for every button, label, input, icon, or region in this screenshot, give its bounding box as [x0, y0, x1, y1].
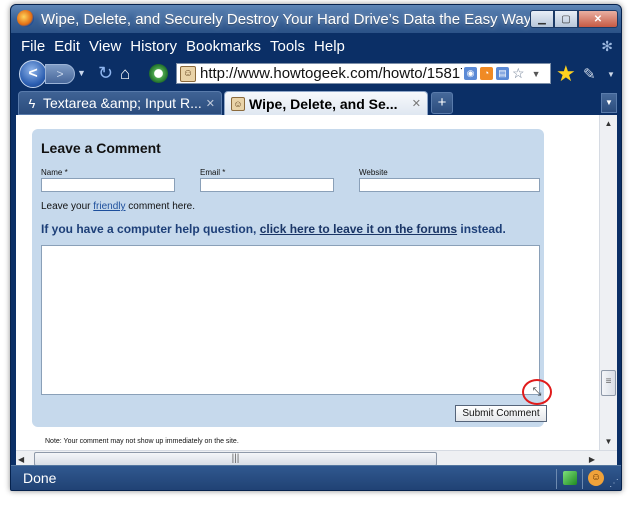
close-button[interactable]: ✕ [578, 10, 618, 28]
vertical-scrollbar[interactable]: ▲ ≡ ▼ [599, 115, 617, 450]
forward-arrow-icon: > [56, 67, 64, 81]
bookmark-star-icon[interactable]: ★ [556, 61, 576, 87]
tab-label: Textarea &amp; Input R... [43, 95, 202, 111]
puzzle-tool-icon[interactable]: ✎ [583, 65, 596, 83]
menu-help[interactable]: Help [314, 38, 345, 55]
website-label: Website [359, 168, 388, 177]
tools-dropdown-icon[interactable]: ▼ [607, 70, 615, 79]
tab-strip: ϟ Textarea &amp; Input R... ✕ ☺ Wipe, De… [11, 91, 621, 115]
url-bar-icons: ◉ ◔ ▤ ☆ ▼ [464, 65, 540, 82]
comment-form: Leave a Comment Name * Email * Website L… [32, 129, 552, 427]
status-bar: Done ☺ ⋰ [11, 465, 621, 490]
menu-tools[interactable]: Tools [270, 38, 305, 55]
navigation-toolbar: < > ▼ ↻ ⌂ ☺ http://www.howtogeek.com/how… [11, 58, 621, 90]
history-dropdown-icon[interactable]: ▼ [77, 68, 86, 78]
email-field[interactable] [200, 178, 334, 192]
browser-window: Wipe, Delete, and Securely Destroy Your … [10, 4, 622, 491]
horizontal-scroll-thumb[interactable]: ||| [34, 452, 437, 466]
back-button[interactable]: < [19, 60, 47, 88]
name-label: Name * [41, 168, 68, 177]
menu-history[interactable]: History [130, 38, 177, 55]
status-text: Done [23, 470, 57, 486]
home-icon[interactable]: ⌂ [120, 64, 130, 84]
leave-suffix: comment here. [125, 201, 195, 212]
extension-icon[interactable]: ▤ [496, 67, 509, 80]
page-content: Leave a Comment Name * Email * Website L… [16, 115, 617, 450]
resize-grip-icon[interactable]: ⋰ [609, 478, 619, 489]
tab-textarea[interactable]: ϟ Textarea &amp; Input R... ✕ [18, 91, 222, 115]
forward-button[interactable]: > [45, 64, 75, 84]
vertical-scroll-thumb[interactable]: ≡ [601, 370, 616, 396]
new-tab-button[interactable]: + [431, 92, 453, 114]
comment-textarea[interactable] [41, 245, 540, 395]
addon-cube-icon[interactable] [563, 471, 577, 485]
site-favicon-icon: ☺ [180, 65, 196, 82]
lightning-favicon-icon: ϟ [28, 95, 36, 111]
rss-feed-icon[interactable]: ◔ [480, 67, 493, 80]
tab-close-icon[interactable]: ✕ [412, 97, 421, 110]
help-prefix: If you have a computer help question, [41, 222, 260, 236]
menu-bar: File Edit View History Bookmarks Tools H… [11, 35, 621, 57]
email-label: Email * [200, 168, 226, 177]
page-addon-icon[interactable]: ◉ [464, 67, 477, 80]
addon-icon[interactable] [149, 64, 168, 83]
geek-favicon-icon: ☺ [231, 96, 245, 111]
tab-close-icon[interactable]: ✕ [206, 97, 215, 110]
website-field[interactable] [359, 178, 540, 192]
bookmark-star-outline-icon[interactable]: ☆ [512, 65, 525, 82]
url-text[interactable]: http://www.howtogeek.com/howto/15817 [200, 65, 462, 82]
address-bar[interactable]: ☺ http://www.howtogeek.com/howto/15817 ◉… [176, 63, 551, 84]
tab-list-dropdown-icon[interactable]: ▼ [601, 93, 617, 113]
status-divider [556, 469, 557, 489]
help-suffix: instead. [457, 222, 506, 236]
menu-edit[interactable]: Edit [54, 38, 80, 55]
textarea-resize-handle-icon[interactable]: ⤡ [522, 379, 552, 405]
window-title: Wipe, Delete, and Securely Destroy Your … [41, 11, 568, 28]
menu-bookmarks[interactable]: Bookmarks [186, 38, 261, 55]
menu-view[interactable]: View [89, 38, 121, 55]
reload-icon[interactable]: ↻ [98, 63, 113, 84]
firefox-logo-icon [17, 10, 34, 27]
greasemonkey-icon[interactable]: ☺ [588, 470, 604, 486]
title-bar[interactable]: Wipe, Delete, and Securely Destroy Your … [11, 5, 621, 33]
tab-wipe-delete[interactable]: ☺ Wipe, Delete, and Se... ✕ [224, 91, 428, 115]
tab-label: Wipe, Delete, and Se... [249, 95, 398, 112]
scroll-up-icon[interactable]: ▲ [600, 115, 617, 132]
scroll-down-icon[interactable]: ▼ [600, 433, 617, 450]
submit-comment-button[interactable]: Submit Comment [455, 405, 547, 422]
comment-form-title: Leave a Comment [41, 140, 161, 156]
help-question-text: If you have a computer help question, cl… [41, 222, 506, 236]
friendly-link[interactable]: friendly [93, 201, 125, 212]
leave-prefix: Leave your [41, 201, 94, 212]
minimize-button[interactable]: ▁ [530, 10, 554, 28]
url-dropdown-icon[interactable]: ▼ [532, 69, 541, 79]
back-arrow-icon: < [28, 65, 38, 82]
forum-link[interactable]: click here to leave it on the forums [260, 222, 457, 236]
menu-file[interactable]: File [21, 38, 45, 55]
status-divider [582, 469, 583, 489]
name-field[interactable] [41, 178, 175, 192]
maximize-button[interactable]: ▢ [554, 10, 578, 28]
throbber-icon: ✻ [601, 38, 613, 54]
leave-comment-text: Leave your friendly comment here. [41, 201, 195, 212]
comment-note: Note: Your comment may not show up immed… [45, 438, 239, 445]
